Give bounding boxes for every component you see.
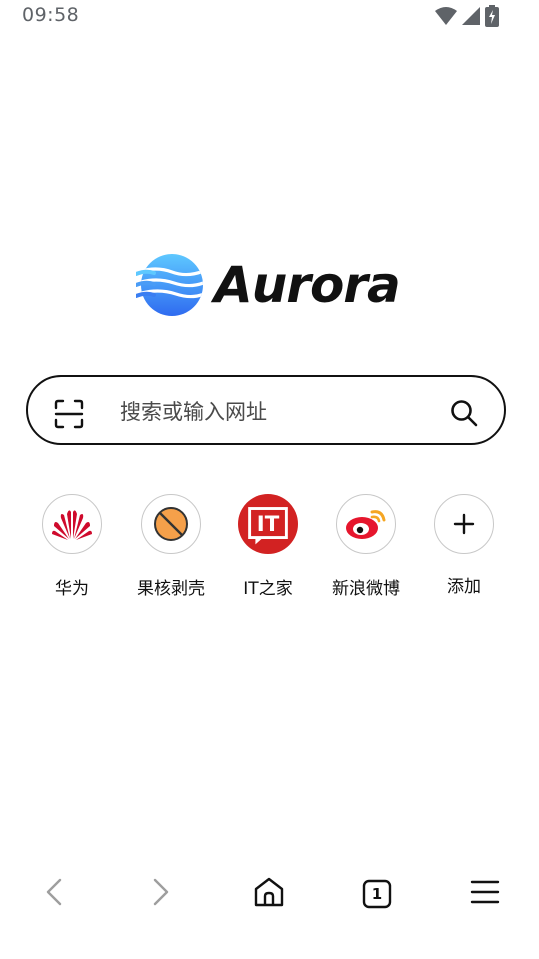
chevron-left-icon — [43, 878, 65, 910]
ithome-icon: IT — [238, 494, 298, 554]
shortcut-ithome[interactable]: IT IT之家 — [223, 494, 313, 599]
status-bar: 09:58 — [0, 0, 539, 34]
shortcut-guohe[interactable]: 果核剥壳 — [126, 494, 216, 599]
shortcut-label: 果核剥壳 — [137, 579, 205, 599]
huawei-icon — [42, 494, 102, 554]
wifi-icon — [435, 6, 457, 26]
shortcut-weibo[interactable]: 新浪微博 — [321, 494, 411, 599]
weibo-icon — [336, 494, 396, 554]
tab-count: 1 — [371, 885, 383, 903]
browser-home-screen: 09:58 Aurora 搜索或输入网址 华为 果核剥壳 IT IT之家 新浪微… — [0, 0, 539, 959]
chevron-right-icon — [150, 878, 172, 910]
svg-text:IT: IT — [257, 512, 280, 537]
search-bar[interactable] — [26, 375, 506, 445]
back-button[interactable] — [34, 874, 74, 914]
bottom-nav: 1 — [0, 862, 539, 924]
status-time: 09:58 — [22, 4, 80, 26]
guohe-icon — [141, 494, 201, 554]
battery-charging-icon — [485, 5, 499, 27]
shortcut-huawei[interactable]: 华为 — [27, 494, 117, 599]
search-input[interactable] — [120, 395, 440, 429]
shortcut-label: 新浪微博 — [332, 579, 400, 599]
menu-button[interactable] — [465, 874, 505, 914]
scan-icon[interactable] — [54, 399, 84, 429]
shortcut-label: 华为 — [55, 579, 89, 599]
aurora-logo-icon — [136, 254, 203, 316]
menu-icon — [470, 879, 500, 909]
signal-icon — [461, 6, 481, 26]
home-icon — [253, 876, 285, 912]
home-button[interactable] — [249, 874, 289, 914]
shortcut-grid: 华为 果核剥壳 IT IT之家 新浪微博 添加 — [0, 494, 539, 614]
shortcut-label: 添加 — [447, 577, 481, 597]
plus-icon — [434, 494, 494, 554]
brand-logo: Aurora — [136, 252, 401, 318]
shortcut-label: IT之家 — [243, 579, 293, 599]
forward-button[interactable] — [141, 874, 181, 914]
search-icon[interactable] — [450, 399, 478, 427]
brand-name: Aurora — [214, 256, 401, 314]
add-shortcut-button[interactable]: 添加 — [419, 494, 509, 597]
tabs-button[interactable]: 1 — [357, 874, 397, 914]
status-icons — [435, 5, 499, 27]
